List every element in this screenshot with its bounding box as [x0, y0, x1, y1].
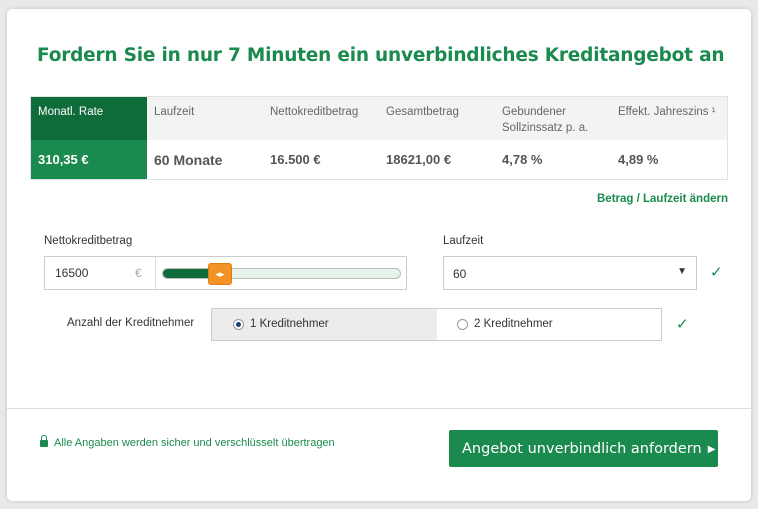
- term-select[interactable]: 60 ▼: [443, 256, 697, 290]
- borrowers-label: Anzahl der Kreditnehmer: [67, 317, 195, 329]
- check-icon: ✓: [710, 264, 723, 281]
- arrow-right-icon: ▶: [707, 443, 716, 455]
- summary-label: Effekt. Jahreszins ¹: [618, 106, 716, 118]
- borrowers-option-2[interactable]: 2 Kreditnehmer: [437, 309, 661, 340]
- amount-slider-handle[interactable]: ◂▸: [207, 263, 232, 285]
- borrowers-option-label: 2 Kreditnehmer: [474, 318, 553, 330]
- loan-offer-card: Fordern Sie in nur 7 Minuten ein unverbi…: [7, 9, 751, 501]
- summary-col-effective-rate: Effekt. Jahreszins ¹ 4,89 %: [611, 97, 727, 179]
- summary-label: Gesamtbetrag: [386, 106, 459, 118]
- summary-value: 16.500 €: [270, 152, 321, 167]
- borrowers-option-label: 1 Kreditnehmer: [250, 318, 329, 330]
- summary-value: 60 Monate: [154, 152, 223, 168]
- summary-col-term: Laufzeit 60 Monate: [147, 97, 263, 179]
- amount-slider-track[interactable]: ◂▸: [162, 263, 401, 285]
- summary-col-fixed-rate: Gebundener Sollzinssatz p. a. 4,78 %: [495, 97, 611, 179]
- request-offer-button[interactable]: Angebot unverbindlich anfordern ▶: [449, 430, 718, 467]
- radio-selected[interactable]: [233, 319, 244, 330]
- lock-icon: [40, 435, 48, 447]
- double-arrow-icon: ◂▸: [215, 269, 225, 279]
- summary-label: Nettokreditbetrag: [270, 106, 359, 118]
- caret-down-icon: ▼: [677, 266, 687, 277]
- summary-label: Laufzeit: [154, 106, 195, 118]
- summary-col-total: Gesamtbetrag 18621,00 €: [379, 97, 495, 179]
- currency-suffix: €: [135, 266, 142, 280]
- term-label: Laufzeit: [443, 235, 484, 247]
- summary-value: 310,35 €: [38, 152, 89, 167]
- summary-label: Monatl. Rate: [38, 106, 104, 118]
- change-amount-term-link[interactable]: Betrag / Laufzeit ändern: [597, 193, 728, 205]
- summary-col-net-amount: Nettokreditbetrag 16.500 €: [263, 97, 379, 179]
- amount-label: Nettokreditbetrag: [44, 235, 133, 247]
- page-title: Fordern Sie in nur 7 Minuten ein unverbi…: [37, 45, 725, 66]
- term-select-value: 60: [453, 267, 467, 281]
- borrowers-option-1[interactable]: 1 Kreditnehmer: [212, 309, 437, 340]
- footer-divider: [7, 408, 751, 409]
- secure-transfer-note: Alle Angaben werden sicher und verschlüs…: [40, 435, 335, 449]
- loan-summary-table: Monatl. Rate 310,35 € Laufzeit 60 Monate…: [30, 96, 728, 180]
- summary-label: Gebundener Sollzinssatz p. a.: [502, 106, 589, 134]
- summary-value: 4,78 %: [502, 152, 543, 167]
- summary-value: 4,89 %: [618, 152, 659, 167]
- amount-field-group: € ◂▸: [44, 256, 407, 290]
- borrowers-toggle: 1 Kreditnehmer 2 Kreditnehmer: [211, 308, 662, 341]
- radio-unselected[interactable]: [457, 319, 468, 330]
- summary-value: 18621,00 €: [386, 152, 452, 167]
- summary-col-monthly-rate: Monatl. Rate 310,35 €: [31, 97, 147, 179]
- check-icon: ✓: [676, 316, 689, 333]
